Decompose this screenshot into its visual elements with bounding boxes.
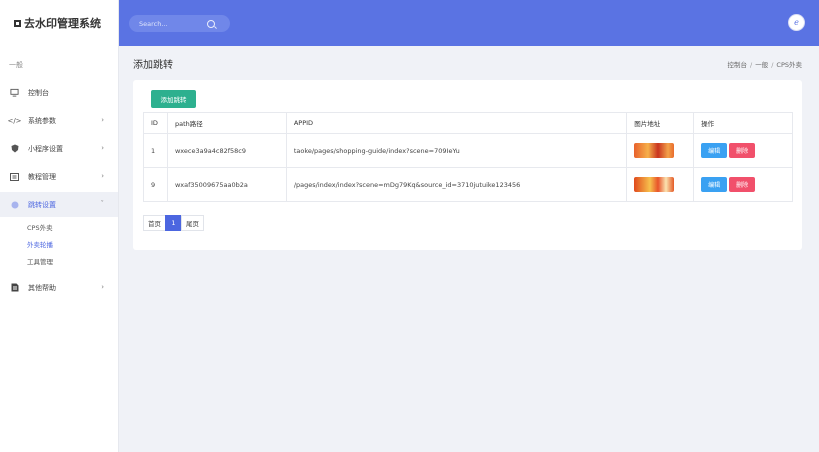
sidebar-item-dashboard[interactable]: 控制台 [0,80,118,105]
table-header-row: ID path路径 APPID 图片地址 操作 [143,112,793,134]
code-icon: </> [7,116,22,125]
sidebar-subitem-carousel[interactable]: 外卖轮播 [0,237,118,254]
chevron-right-icon: › [101,144,104,152]
tutorial-icon [10,172,19,181]
sidebar-subitem-tools[interactable]: 工具管理 [0,254,118,271]
chevron-right-icon: › [101,283,104,291]
top-bar: e [119,0,819,46]
monitor-icon [10,88,19,97]
column-header-id: ID [143,112,168,134]
chevron-right-icon: › [101,172,104,180]
sidebar-item-system-params[interactable]: </> 系统参数 › [0,108,118,133]
cell-appid: /pages/index/index?scene=mDg79Kq&source_… [285,167,628,202]
breadcrumb-general[interactable]: 一般 [755,61,768,69]
cell-appid: taoke/pages/shopping-guide/index?scene=7… [285,133,628,168]
sidebar-item-label: 跳转设置 [28,200,56,209]
pagination: 首页 1 尾页 [143,215,204,231]
delete-button[interactable]: 删除 [729,143,756,158]
column-header-image: 图片地址 [626,112,695,134]
edit-button[interactable]: 编辑 [701,143,728,158]
sidebar-item-label: 系统参数 [28,116,56,125]
thumbnail-image[interactable] [634,143,675,158]
page-title: 添加跳转 [133,60,173,71]
redirect-table: ID path路径 APPID 图片地址 操作 1 wxece3a9a4c82f… [143,112,793,202]
cell-path: wxaf35009675aa0b2a [166,167,287,202]
thumbnail-image[interactable] [634,177,675,192]
sidebar: 去水印管理系统 一般 控制台 </> 系统参数 › 小程序设置 › 教程管理 ›… [0,0,119,452]
breadcrumb-dashboard[interactable]: 控制台 [728,61,748,69]
pager-first[interactable]: 首页 [143,215,166,231]
column-header-appid: APPID [285,112,628,134]
sidebar-item-help[interactable]: 其他帮助 › [0,275,118,300]
add-redirect-button[interactable]: 添加跳转 [151,90,196,108]
cell-id: 9 [143,167,168,202]
sidebar-section-label: 一般 [9,61,23,69]
search-icon[interactable] [207,19,215,28]
avatar[interactable]: e [788,14,805,31]
logo-icon [14,19,21,27]
edit-button[interactable]: 编辑 [701,177,728,192]
brand-title: 去水印管理系统 [24,17,101,30]
cell-actions: 编辑 删除 [693,133,793,168]
pager-last[interactable]: 尾页 [181,215,204,231]
shield-icon [10,144,19,153]
cell-image [626,133,695,168]
column-header-path: path路径 [166,112,287,134]
breadcrumb-current: CPS外卖 [776,61,802,69]
table-row: 9 wxaf35009675aa0b2a /pages/index/index?… [143,167,793,202]
table-row: 1 wxece3a9a4c82f58c9 taoke/pages/shoppin… [143,133,793,168]
breadcrumb-separator: / [771,61,774,69]
brand: 去水印管理系统 [0,0,118,46]
chevron-down-icon: ˇ [100,200,105,208]
sidebar-item-miniprogram[interactable]: 小程序设置 › [0,136,118,161]
sidebar-item-label: 小程序设置 [28,144,63,153]
column-header-actions: 操作 [693,112,793,134]
sidebar-item-label: 其他帮助 [28,283,56,292]
cell-id: 1 [143,133,168,168]
content-card: 添加跳转 ID path路径 APPID 图片地址 操作 1 wxece3a9a… [133,80,802,250]
redirect-icon [10,200,19,209]
delete-button[interactable]: 删除 [729,177,756,192]
cell-path: wxece3a9a4c82f58c9 [166,133,287,168]
chevron-right-icon: › [101,116,104,124]
help-document-icon [10,283,19,292]
pager-current-page[interactable]: 1 [165,215,182,231]
sidebar-subitem-cps[interactable]: CPS外卖 [0,220,118,237]
sidebar-item-tutorials[interactable]: 教程管理 › [0,164,118,189]
sidebar-item-label: 控制台 [28,88,49,97]
sidebar-item-redirect-settings[interactable]: 跳转设置 ˇ [0,192,118,217]
cell-actions: 编辑 删除 [693,167,793,202]
cell-image [626,167,695,202]
breadcrumb: 控制台 / 一般 / CPS外卖 [728,59,803,69]
search-input[interactable] [139,19,205,28]
search-box[interactable] [129,15,230,32]
breadcrumb-separator: / [750,61,753,69]
sidebar-item-label: 教程管理 [28,172,56,181]
